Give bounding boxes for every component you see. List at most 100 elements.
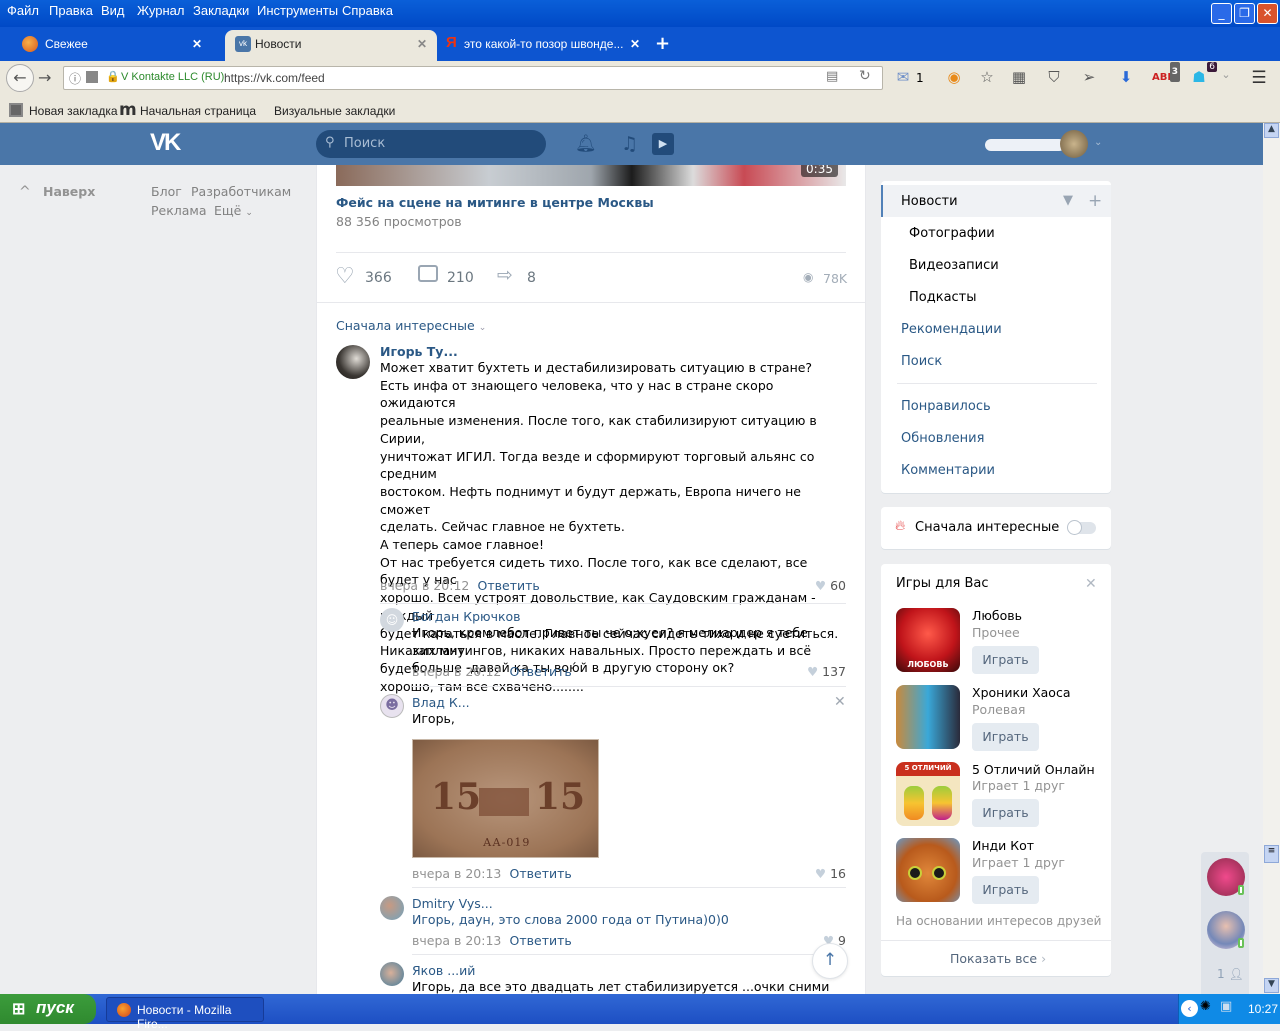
comment-avatar[interactable] [336, 345, 370, 379]
play-button[interactable]: Играть [972, 723, 1039, 751]
bookmarks-list-icon[interactable]: ▦ [1009, 68, 1029, 88]
menu-item-videos[interactable]: Видеозаписи [909, 258, 999, 273]
menu-item-comments[interactable]: Комментарии [901, 463, 995, 478]
play-button[interactable]: Играть [972, 646, 1039, 674]
start-button[interactable]: ⊞ пуск [0, 994, 96, 1024]
scroll-up-arrow-icon[interactable]: ▲ [1264, 123, 1279, 138]
game-icon-5diff[interactable]: 5 ОТЛИЧИЙ [896, 762, 960, 826]
permissions-icon[interactable] [86, 71, 98, 83]
player-play-icon[interactable]: ▶ [652, 133, 674, 155]
to-top-link[interactable]: Наверх [43, 184, 95, 199]
comment-author[interactable]: Игорь Ту... [380, 344, 846, 359]
scroll-down-arrow-icon[interactable]: ▼ [1264, 978, 1279, 993]
user-name-redacted[interactable] [985, 139, 1065, 151]
mail-icon[interactable]: ✉ [893, 68, 913, 88]
comment-avatar[interactable] [380, 962, 404, 986]
show-all-games-link[interactable]: Показать все › [950, 951, 1046, 966]
info-icon[interactable]: ⓘ [69, 70, 81, 87]
network-icon[interactable]: ▣ [1220, 999, 1232, 1014]
forward-button[interactable]: → [38, 68, 51, 87]
reader-view-icon[interactable]: ▤ [826, 69, 838, 84]
tab-yandex[interactable]: Я это какой-то позор швонде... ✕ [438, 30, 650, 61]
comment-like[interactable]: ♥ 16 [815, 866, 846, 881]
notifications-bell-icon[interactable]: 🔔︎ [575, 134, 597, 154]
game-icon-indi-cat[interactable] [896, 838, 960, 902]
restore-button[interactable]: ❐ [1234, 3, 1255, 24]
close-window-button[interactable]: ✕ [1257, 3, 1278, 24]
comment-time[interactable]: вчера в 20:13 [412, 866, 501, 881]
scroll-to-top-button[interactable]: ↑ [812, 943, 848, 979]
menu-item-search[interactable]: Поиск [901, 354, 942, 369]
footer-link-dev[interactable]: Разработчикам [191, 184, 291, 199]
comment-icon[interactable] [418, 265, 438, 282]
delete-comment-icon[interactable]: ✕ [834, 694, 846, 710]
menu-bookmarks[interactable]: Закладки [193, 3, 249, 18]
reply-link[interactable]: Ответить [478, 578, 540, 593]
page-scrollbar[interactable]: ▲ ≡ ▼ [1263, 123, 1280, 994]
hamburger-menu-icon[interactable]: ☰ [1249, 68, 1269, 88]
url-text[interactable]: https://vk.com/feed [224, 71, 325, 85]
close-games-icon[interactable]: ✕ [1085, 576, 1097, 592]
send-icon[interactable]: ➢ [1079, 68, 1099, 88]
game-icon-love[interactable]: ЛЮБОВЬ [896, 608, 960, 672]
add-icon[interactable]: + [1088, 191, 1102, 211]
music-icon[interactable]: ♫ [621, 133, 638, 155]
comment-author[interactable]: Богдан Крючков [412, 609, 846, 624]
play-button[interactable]: Играть [972, 799, 1039, 827]
bookmark-visual[interactable]: Визуальные закладки [274, 104, 395, 118]
more-friends-online[interactable]: 1 👤︎ [1217, 967, 1244, 981]
post-comments-count[interactable]: 210 [447, 270, 474, 286]
overflow-chevron-icon[interactable]: ⌄ [1216, 68, 1236, 88]
comment-author[interactable]: Влад К... [412, 695, 846, 710]
menu-history[interactable]: Журнал [137, 3, 184, 18]
menu-item-recommendations[interactable]: Рекомендации [901, 322, 1002, 337]
search-input[interactable]: ⚲ Поиск [316, 130, 546, 158]
menu-help[interactable]: Справка [342, 3, 393, 18]
user-avatar[interactable] [1060, 130, 1088, 158]
comment-avatar-default[interactable]: ☺ [380, 608, 404, 632]
close-tab-icon[interactable]: ✕ [417, 37, 427, 51]
like-heart-icon[interactable]: ♡ [335, 264, 355, 289]
menu-view[interactable]: Вид [101, 3, 125, 18]
menu-edit[interactable]: Правка [49, 3, 93, 18]
url-bar[interactable]: ⓘ 🔒 V Kontakte LLC (RU) https://vk.com/f… [63, 66, 883, 90]
close-tab-icon[interactable]: ✕ [630, 37, 640, 51]
minimize-button[interactable]: _ [1211, 3, 1232, 24]
adblock-icon[interactable]: ABP 3 [1152, 62, 1180, 88]
comments-sort-dropdown[interactable]: Сначала интересные ⌄ [336, 318, 486, 333]
comment-avatar[interactable] [380, 896, 404, 920]
interesting-first-toggle[interactable] [1067, 520, 1096, 535]
share-icon[interactable]: ⇨ [497, 264, 513, 286]
menu-item-liked[interactable]: Понравилось [901, 399, 991, 414]
game-name[interactable]: Хроники Хаоса [972, 685, 1071, 700]
profile-chevron-down-icon[interactable]: ⌄ [1094, 137, 1102, 148]
menu-file[interactable]: Файл [7, 3, 39, 18]
footer-link-ads[interactable]: Реклама [151, 203, 207, 218]
comment-time[interactable]: вчера в 20:13 [412, 933, 501, 948]
game-name[interactable]: Инди Кот [972, 838, 1034, 853]
odnoklassniki-ext-icon[interactable]: ◉ [944, 68, 964, 88]
reply-link[interactable]: Ответить [510, 664, 572, 679]
menu-item-photos[interactable]: Фотографии [909, 226, 995, 241]
tray-expand-icon[interactable]: ‹ [1181, 1000, 1198, 1017]
tab-svezhee[interactable]: Свежее ✕ [0, 30, 212, 61]
comment-like[interactable]: ♥ 60 [815, 578, 846, 593]
vk-logo[interactable]: VK [150, 129, 181, 157]
post-shares-count[interactable]: 8 [527, 270, 536, 286]
bookmark-star-icon[interactable]: ☆ [977, 68, 997, 88]
footer-link-blog[interactable]: Блог [151, 184, 182, 199]
footer-link-more[interactable]: Ещё ⌄ [214, 203, 253, 218]
comment-time[interactable]: вчера в 20:12 [380, 578, 469, 593]
bookmark-home[interactable]: Начальная страница [140, 104, 256, 118]
site-identity[interactable]: V Kontakte LLC (RU) [121, 71, 224, 83]
pocket-icon[interactable]: ⛉ [1044, 68, 1064, 88]
game-name[interactable]: 5 Отличий Онлайн [972, 762, 1095, 777]
menu-item-news[interactable]: Новости ▼ + [881, 185, 1111, 217]
back-button[interactable]: ← [6, 64, 34, 92]
video-title[interactable]: Фейс на сцене на митинге в центре Москвы [336, 195, 654, 210]
taskbar-firefox-window[interactable]: Новости - Mozilla Fire... [106, 997, 264, 1031]
game-icon-chaos[interactable] [896, 685, 960, 749]
banknote-image[interactable]: 15 15 АА-019 [412, 739, 599, 858]
ghostery-icon[interactable]: ☗ 6 [1189, 62, 1217, 88]
tray-app-icon[interactable]: ✺ [1200, 999, 1211, 1014]
